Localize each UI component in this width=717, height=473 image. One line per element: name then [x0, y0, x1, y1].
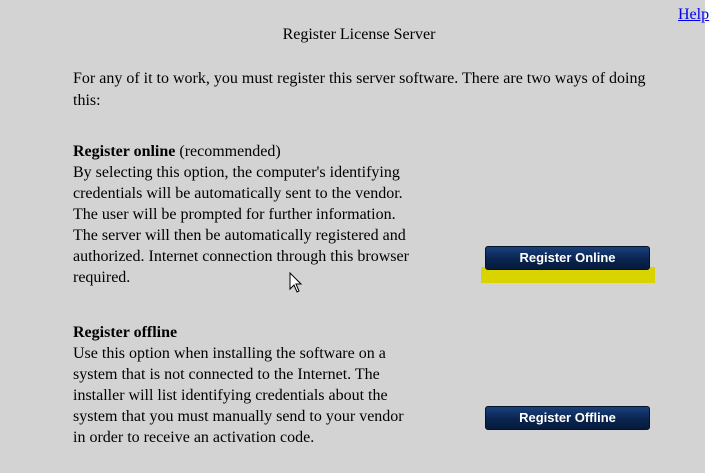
help-link[interactable]: Help — [678, 6, 709, 24]
register-offline-title: Register offline — [73, 324, 178, 341]
register-offline-button[interactable]: Register Offline — [485, 406, 650, 430]
register-online-title: Register online — [73, 143, 176, 160]
register-online-button[interactable]: Register Online — [485, 246, 650, 270]
intro-text: For any of it to work, you must register… — [73, 70, 646, 109]
register-online-section: Register online (recommended) By selecti… — [73, 141, 483, 288]
register-offline-section: Register offline Use this option when in… — [73, 322, 473, 448]
register-online-description: By selecting this option, the computer's… — [73, 164, 409, 286]
page-title: Register License Server — [282, 26, 436, 43]
register-offline-description: Use this option when installing the soft… — [73, 345, 404, 446]
mouse-pointer-icon — [289, 272, 303, 293]
register-offline-heading: Register offline — [73, 322, 473, 343]
recommended-note: (recommended) — [175, 143, 281, 160]
register-online-heading: Register online (recommended) — [73, 141, 483, 162]
